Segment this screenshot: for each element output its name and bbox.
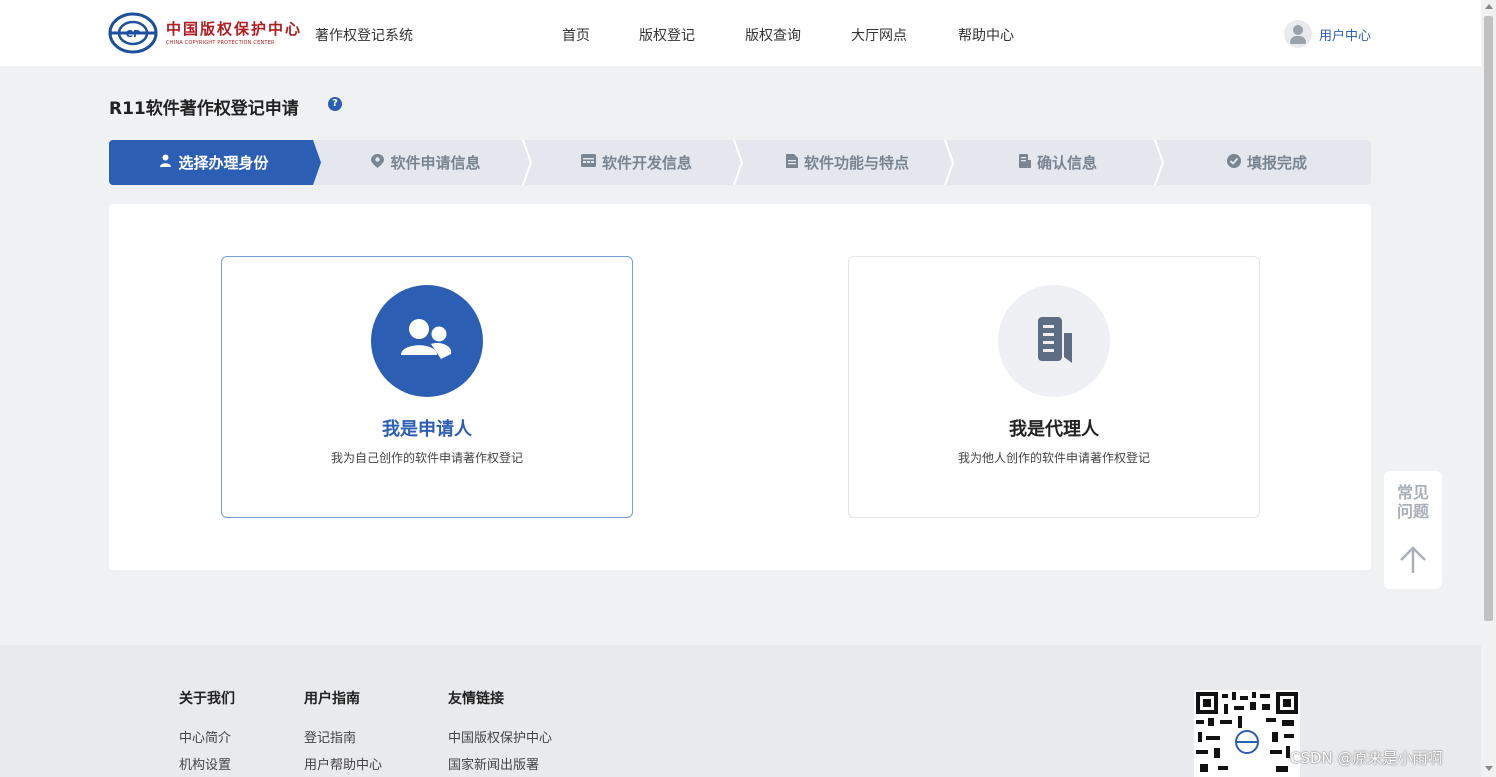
step-complete[interactable]: 填报完成: [1163, 140, 1371, 185]
document-stack-icon: [1038, 317, 1072, 363]
logo-chinese-name: 中国版权保护中心: [166, 20, 303, 38]
arrow-up-icon[interactable]: [1398, 545, 1428, 575]
user-center-label: 用户中心: [1319, 28, 1372, 44]
agent-title: 我是代理人: [1009, 419, 1099, 440]
applicant-icon-circle: [371, 285, 483, 397]
id-card-icon: [1018, 153, 1031, 172]
step-software-application-info[interactable]: 软件申请信息: [321, 140, 531, 185]
footer-link-ccpc[interactable]: 中国版权保护中心: [448, 727, 552, 746]
check-circle-icon: [1226, 153, 1241, 172]
agent-card[interactable]: 我是代理人 我为他人创作的软件申请著作权登记: [848, 256, 1260, 518]
top-header: CP 中国版权保护中心 CHINA COPYRIGHT PROTECTION C…: [0, 0, 1481, 66]
csdn-watermark: CSDN @原来是小雨啊: [1290, 749, 1443, 767]
footer-guide-title: 用户指南: [304, 691, 360, 707]
scrollbar-thumb[interactable]: [1484, 16, 1493, 621]
user-icon: [159, 154, 172, 171]
footer-link-center-intro[interactable]: 中心简介: [179, 727, 231, 746]
footer-link-press-admin[interactable]: 国家新闻出版署: [448, 754, 539, 773]
footer-link-registration-guide[interactable]: 登记指南: [304, 727, 356, 746]
step-label: 填报完成: [1246, 154, 1307, 172]
scroll-up-arrow-icon[interactable]: [1485, 4, 1493, 9]
nav-help-center[interactable]: 帮助中心: [958, 25, 1014, 45]
calendar-icon: [580, 154, 596, 171]
agent-icon-circle: [998, 285, 1110, 397]
page-footer: 关于我们 中心简介 机构设置 用户指南 登记指南 用户帮助中心 友情链接 中国版…: [0, 645, 1481, 777]
faq-float-button[interactable]: 常见 问题: [1384, 471, 1442, 589]
nav-copyright-search[interactable]: 版权查询: [745, 25, 801, 45]
system-name: 著作权登记系统: [315, 28, 413, 44]
nav-service-halls[interactable]: 大厅网点: [851, 25, 907, 45]
agent-description: 我为他人创作的软件申请著作权登记: [957, 451, 1150, 465]
step-confirm-info[interactable]: 确认信息: [953, 140, 1163, 185]
nav-home[interactable]: 首页: [562, 25, 590, 45]
location-icon: [371, 153, 385, 172]
footer-link-organization[interactable]: 机构设置: [179, 754, 231, 773]
step-label: 选择办理身份: [178, 154, 269, 172]
copyright-center-logo[interactable]: CP: [108, 12, 158, 54]
footer-link-user-help[interactable]: 用户帮助中心: [304, 754, 382, 773]
nav-copyright-registration[interactable]: 版权登记: [639, 25, 695, 45]
step-select-identity[interactable]: 选择办理身份: [109, 140, 319, 185]
faq-label-line2: 问题: [1396, 502, 1429, 521]
step-label: 确认信息: [1036, 154, 1097, 172]
step-software-development-info[interactable]: 软件开发信息: [531, 140, 742, 185]
identity-selection-panel: 我是申请人 我为自己创作的软件申请著作权登记 我是代理人 我为他人创作的软件申请…: [109, 204, 1371, 570]
footer-about-title: 关于我们: [179, 691, 235, 707]
logo-text: 中国版权保护中心 CHINA COPYRIGHT PROTECTION CENT…: [166, 18, 302, 46]
user-avatar-icon: [1284, 20, 1312, 48]
scroll-down-arrow-icon[interactable]: [1485, 766, 1493, 771]
faq-label-line1: 常见: [1396, 483, 1429, 502]
document-icon: [785, 153, 798, 172]
step-label: 软件开发信息: [601, 154, 692, 172]
user-center-button[interactable]: 用户中心: [1284, 20, 1371, 48]
users-icon: [401, 319, 452, 359]
step-software-features[interactable]: 软件功能与特点: [742, 140, 953, 185]
applicant-card[interactable]: 我是申请人 我为自己创作的软件申请著作权登记: [221, 256, 633, 518]
step-progress-bar: 选择办理身份 软件申请信息 软件开发信息 软件功能与特点 确认信息 填报完成: [109, 140, 1371, 185]
svg-text:CP: CP: [126, 29, 141, 40]
question-mark-icon[interactable]: ?: [328, 97, 342, 111]
page-scrollbar[interactable]: [1481, 0, 1496, 777]
step-label: 软件功能与特点: [803, 154, 909, 172]
logo-english-name: CHINA COPYRIGHT PROTECTION CENTER: [166, 40, 275, 46]
faq-label: 常见 问题: [1384, 483, 1442, 521]
applicant-title: 我是申请人: [382, 419, 472, 440]
applicant-description: 我为自己创作的软件申请著作权登记: [330, 451, 523, 465]
footer-links-title: 友情链接: [448, 691, 504, 707]
step-label: 软件申请信息: [390, 154, 481, 172]
page-title: R11软件著作权登记申请: [109, 99, 299, 119]
qr-code: [1194, 690, 1300, 777]
